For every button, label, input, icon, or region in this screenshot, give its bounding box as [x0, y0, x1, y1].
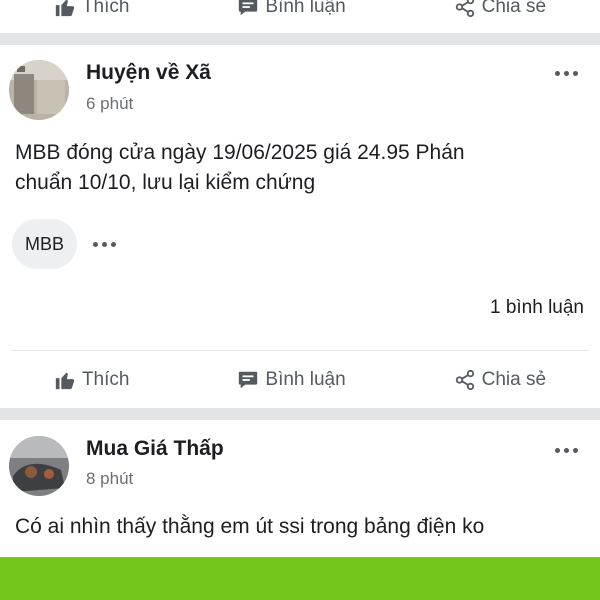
post-separator	[0, 33, 600, 45]
post-text-line: chuẩn 10/10, lưu lại kiểm chứng	[15, 171, 316, 194]
divider	[12, 350, 588, 351]
more-options-icon	[563, 70, 569, 76]
avatar[interactable]	[9, 60, 69, 120]
more-options-icon	[572, 447, 578, 453]
more-options-button[interactable]	[551, 440, 581, 460]
action-bar: Thích Bình luận Chia sẻ	[0, 365, 600, 395]
share-icon	[455, 369, 474, 391]
post-text-line: MBB đóng cửa ngày 19/06/2025 giá 24.95 P…	[15, 141, 465, 164]
comment-count[interactable]: 1 bình luận	[490, 297, 584, 319]
like-label: Thích	[81, 0, 130, 17]
post-separator	[0, 408, 600, 420]
post-text: MBB đóng cửa ngày 19/06/2025 giá 24.95 P…	[15, 138, 585, 198]
share-label: Chia sẻ	[481, 369, 547, 390]
comment-label: Bình luận	[265, 369, 346, 390]
more-options-icon	[554, 70, 560, 76]
like-button[interactable]: Thích	[54, 0, 130, 18]
action-bar-top: Thích Bình luận Chia sẻ	[0, 0, 600, 22]
like-icon	[55, 0, 75, 17]
more-options-icon	[110, 241, 116, 247]
comment-label: Bình luận	[265, 0, 346, 17]
post-text-line: Có ai nhìn thấy thằng em út ssi trong bả…	[15, 515, 485, 538]
share-button[interactable]: Chia sẻ	[454, 369, 546, 391]
more-options-icon	[92, 241, 98, 247]
post-time: 8 phút	[86, 469, 134, 488]
like-icon	[55, 372, 75, 390]
more-options-icon	[563, 447, 569, 453]
comment-button[interactable]: Bình luận	[237, 0, 346, 18]
stock-tag[interactable]: MBB	[12, 219, 78, 269]
avatar[interactable]	[9, 436, 69, 496]
post-author[interactable]: Mua Giá Thấp	[86, 437, 224, 461]
share-icon	[455, 0, 474, 18]
tag-more-button[interactable]	[89, 234, 119, 254]
post-text: Có ai nhìn thấy thằng em út ssi trong bả…	[15, 512, 585, 542]
post-time: 6 phút	[86, 94, 134, 113]
more-options-button[interactable]	[551, 63, 581, 83]
more-options-icon	[101, 241, 107, 247]
more-options-icon	[572, 70, 578, 76]
share-button[interactable]: Chia sẻ	[454, 0, 546, 18]
like-button[interactable]: Thích	[54, 369, 130, 391]
bottom-bar	[0, 557, 600, 600]
comment-button[interactable]: Bình luận	[237, 369, 346, 391]
share-label: Chia sẻ	[481, 0, 547, 17]
comment-icon	[239, 0, 258, 16]
comment-icon	[239, 371, 258, 389]
like-label: Thích	[81, 369, 130, 390]
more-options-icon	[554, 447, 560, 453]
post-author[interactable]: Huyện về Xã	[86, 61, 211, 85]
